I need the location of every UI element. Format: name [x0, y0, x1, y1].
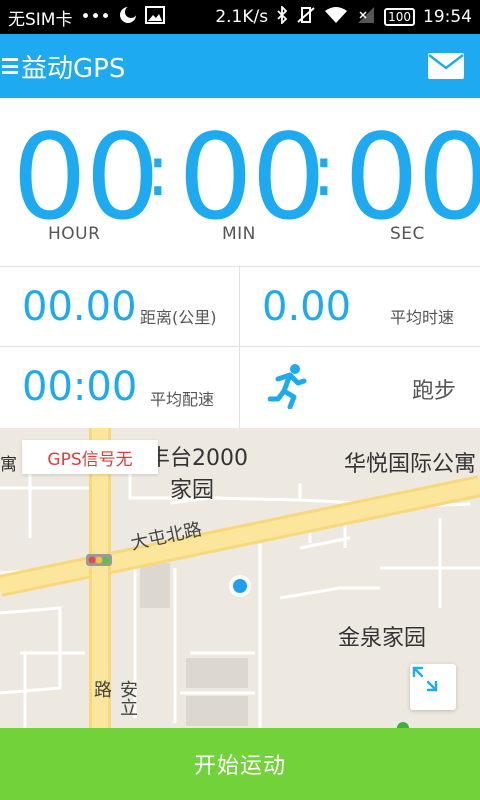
notification-dots: •••: [80, 7, 111, 27]
vibrate-mute-icon: [296, 6, 316, 28]
app-header: 益动GPS: [0, 34, 480, 98]
network-speed: 2.1K/s: [215, 7, 269, 27]
pace-value: 00:00: [22, 364, 138, 410]
running-icon: [268, 364, 307, 409]
sec-label: SEC: [390, 224, 425, 244]
activity-label: 跑步: [412, 379, 457, 404]
timer-seconds: 00: [344, 108, 480, 246]
mail-icon: [428, 53, 464, 79]
timer-separator: :: [312, 130, 336, 212]
signal-icon: [356, 6, 376, 28]
timer-panel: 00 : 00 : 00 HOUR MIN SEC: [0, 98, 480, 266]
app-title: 益动GPS: [21, 53, 126, 84]
clock-text: 19:54: [423, 7, 472, 27]
min-label: MIN: [222, 224, 256, 244]
map-label-edge: 寓: [0, 455, 17, 475]
map-label-road: 安立路: [91, 680, 138, 716]
gps-status-badge: GPS信号无: [22, 440, 158, 474]
hour-label: HOUR: [48, 224, 101, 244]
carrier-text: 无SIM卡: [8, 9, 73, 30]
wifi-icon: [324, 6, 348, 28]
status-bar: 无SIM卡 ••• 2.1K/s 100 19:54: [0, 0, 480, 34]
mail-button[interactable]: [424, 46, 468, 86]
expand-icon: [412, 666, 438, 692]
map-label-poi: 丰台2000: [148, 446, 248, 471]
timer-minutes: 00: [178, 108, 326, 246]
start-workout-button[interactable]: 开始运动: [0, 728, 480, 800]
divider: [0, 266, 480, 267]
moon-icon: [119, 6, 137, 28]
distance-label: 距离(公里): [140, 308, 217, 327]
menu-icon[interactable]: [2, 58, 18, 74]
timer-separator: :: [146, 130, 170, 212]
map-label-poi: 华悦国际公寓: [344, 452, 477, 477]
expand-map-button[interactable]: [410, 664, 456, 710]
timer-hours: 00: [12, 108, 160, 246]
bluetooth-icon: [276, 4, 288, 28]
avg-speed-label: 平均时速: [390, 308, 455, 327]
stats-grid: 00.00 距离(公里) 0.00 平均时速 00:00 平均配速 跑步: [0, 266, 480, 428]
avg-speed-value: 0.00: [262, 284, 352, 330]
distance-value: 00.00: [22, 284, 137, 330]
map-label-poi: 家园: [170, 478, 215, 503]
battery-icon: 100: [384, 8, 415, 26]
activity-type-selector[interactable]: 跑步: [240, 347, 480, 428]
image-icon: [144, 6, 165, 28]
battery-level: 100: [384, 8, 415, 26]
map-label-poi: 金泉家园: [338, 626, 427, 651]
map-view[interactable]: 寓 丰台2000 家园 华悦国际公寓 金泉家园 大屯北路 安立路 GPS信号无: [0, 428, 480, 728]
pace-label: 平均配速: [150, 390, 215, 409]
